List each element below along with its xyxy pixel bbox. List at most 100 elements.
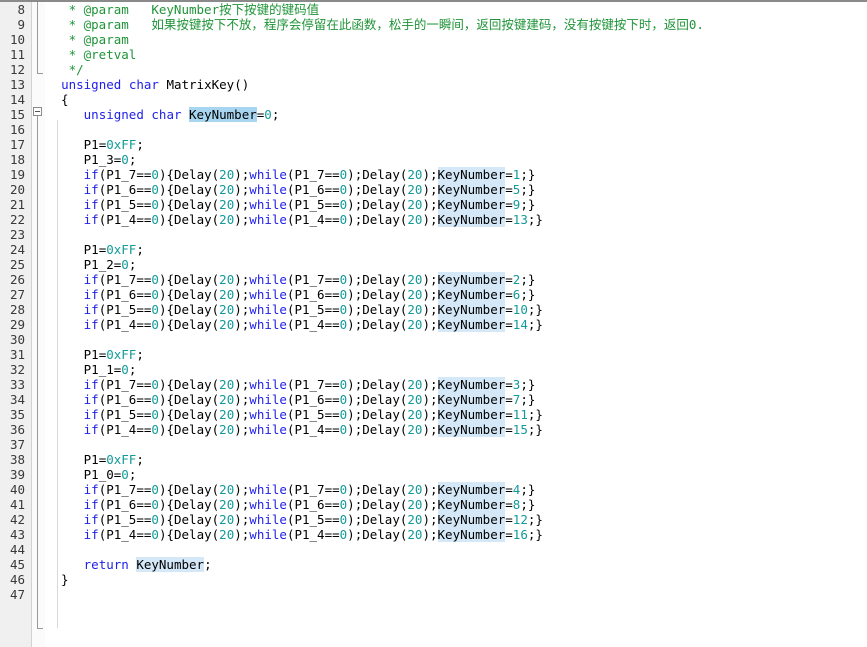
code-line[interactable]: 14 { bbox=[0, 92, 867, 107]
code-line[interactable]: 32 P1_1=0; bbox=[0, 362, 867, 377]
code-line[interactable]: 30 bbox=[0, 332, 867, 347]
code-line[interactable]: 34 if(P1_6==0){Delay(20);while(P1_6==0);… bbox=[0, 392, 867, 407]
code-line[interactable]: 20 if(P1_6==0){Delay(20);while(P1_6==0);… bbox=[0, 182, 867, 197]
code-text[interactable]: P1_1=0; bbox=[46, 362, 137, 377]
code-text[interactable]: P1_3=0; bbox=[46, 152, 137, 167]
code-text[interactable]: if(P1_4==0){Delay(20);while(P1_4==0);Del… bbox=[46, 212, 543, 227]
line-number: 38 bbox=[9, 452, 25, 467]
code-line[interactable]: 9 * @param 如果按键按下不放，程序会停留在此函数，松手的一瞬间，返回按… bbox=[0, 17, 867, 32]
code-text[interactable]: P1_0=0; bbox=[46, 467, 137, 482]
code-editor[interactable]: 8 * @param KeyNumber按下按键的键码值 9 * @param 如… bbox=[0, 0, 867, 647]
line-number: 28 bbox=[9, 302, 25, 317]
line-number: 10 bbox=[9, 32, 25, 47]
code-line[interactable]: 46 } bbox=[0, 572, 867, 587]
code-line[interactable]: 33 if(P1_7==0){Delay(20);while(P1_7==0);… bbox=[0, 377, 867, 392]
code-text[interactable]: if(P1_4==0){Delay(20);while(P1_4==0);Del… bbox=[46, 317, 543, 332]
code-line[interactable]: 42 if(P1_5==0){Delay(20);while(P1_5==0);… bbox=[0, 512, 867, 527]
code-line[interactable]: 29 if(P1_4==0){Delay(20);while(P1_4==0);… bbox=[0, 317, 867, 332]
line-number: 15 bbox=[9, 107, 25, 122]
code-text[interactable]: P1=0xFF; bbox=[46, 137, 144, 152]
line-number: 23 bbox=[9, 227, 25, 242]
code-text[interactable]: if(P1_4==0){Delay(20);while(P1_4==0);Del… bbox=[46, 527, 543, 542]
code-line[interactable]: 21 if(P1_5==0){Delay(20);while(P1_5==0);… bbox=[0, 197, 867, 212]
code-text[interactable]: if(P1_5==0){Delay(20);while(P1_5==0);Del… bbox=[46, 197, 535, 212]
code-text[interactable]: * @param 如果按键按下不放，程序会停留在此函数，松手的一瞬间，返回按键建… bbox=[46, 17, 704, 32]
line-number: 24 bbox=[9, 242, 25, 257]
code-text[interactable]: */ bbox=[46, 62, 84, 77]
line-number: 14 bbox=[9, 92, 25, 107]
code-line[interactable]: 18 P1_3=0; bbox=[0, 152, 867, 167]
code-line[interactable]: 26 if(P1_7==0){Delay(20);while(P1_7==0);… bbox=[0, 272, 867, 287]
line-number: 31 bbox=[9, 347, 25, 362]
code-line[interactable]: 13 unsigned char MatrixKey() bbox=[0, 77, 867, 92]
code-line[interactable]: 45 return KeyNumber; bbox=[0, 557, 867, 572]
code-text[interactable]: if(P1_6==0){Delay(20);while(P1_6==0);Del… bbox=[46, 182, 535, 197]
function-fold-end-marker bbox=[37, 628, 43, 629]
code-line[interactable]: 41 if(P1_6==0){Delay(20);while(P1_6==0);… bbox=[0, 497, 867, 512]
code-line[interactable]: 10 * @param bbox=[0, 32, 867, 47]
code-text[interactable]: if(P1_7==0){Delay(20);while(P1_7==0);Del… bbox=[46, 482, 535, 497]
code-text[interactable]: unsigned char KeyNumber=0; bbox=[46, 107, 279, 122]
code-line[interactable]: 12 */ bbox=[0, 62, 867, 77]
line-number: 39 bbox=[9, 467, 25, 482]
line-number: 9 bbox=[17, 17, 25, 32]
code-line[interactable]: 19 if(P1_7==0){Delay(20);while(P1_7==0);… bbox=[0, 167, 867, 182]
code-line[interactable]: 31 P1=0xFF; bbox=[0, 347, 867, 362]
code-line[interactable]: 23 bbox=[0, 227, 867, 242]
code-text[interactable]: if(P1_5==0){Delay(20);while(P1_5==0);Del… bbox=[46, 302, 543, 317]
code-text[interactable]: if(P1_4==0){Delay(20);while(P1_4==0);Del… bbox=[46, 422, 543, 437]
code-text[interactable]: return KeyNumber; bbox=[46, 557, 212, 572]
code-text[interactable]: { bbox=[46, 92, 69, 107]
code-line[interactable]: 24 P1=0xFF; bbox=[0, 242, 867, 257]
code-text[interactable]: unsigned char MatrixKey() bbox=[46, 77, 249, 92]
code-text[interactable]: * @param bbox=[46, 32, 129, 47]
code-line[interactable]: 44 bbox=[0, 542, 867, 557]
line-number: 34 bbox=[9, 392, 25, 407]
code-line[interactable]: 8 * @param KeyNumber按下按键的键码值 bbox=[0, 2, 867, 17]
code-line[interactable]: 47 bbox=[0, 587, 867, 602]
code-line[interactable]: 39 P1_0=0; bbox=[0, 467, 867, 482]
line-number: 46 bbox=[9, 572, 25, 587]
code-text[interactable]: if(P1_7==0){Delay(20);while(P1_7==0);Del… bbox=[46, 272, 535, 287]
code-line[interactable]: 22 if(P1_4==0){Delay(20);while(P1_4==0);… bbox=[0, 212, 867, 227]
code-text[interactable]: P1=0xFF; bbox=[46, 347, 144, 362]
code-line[interactable]: 28 if(P1_5==0){Delay(20);while(P1_5==0);… bbox=[0, 302, 867, 317]
code-line[interactable]: 25 P1_2=0; bbox=[0, 257, 867, 272]
code-line[interactable]: 36 if(P1_4==0){Delay(20);while(P1_4==0);… bbox=[0, 422, 867, 437]
code-text[interactable]: if(P1_6==0){Delay(20);while(P1_6==0);Del… bbox=[46, 287, 535, 302]
code-line[interactable]: 40 if(P1_7==0){Delay(20);while(P1_7==0);… bbox=[0, 482, 867, 497]
code-line[interactable]: 17 P1=0xFF; bbox=[0, 137, 867, 152]
code-line[interactable]: 38 P1=0xFF; bbox=[0, 452, 867, 467]
code-text[interactable]: if(P1_5==0){Delay(20);while(P1_5==0);Del… bbox=[46, 512, 543, 527]
code-text[interactable]: P1=0xFF; bbox=[46, 452, 144, 467]
line-number: 45 bbox=[9, 557, 25, 572]
code-line[interactable]: 35 if(P1_5==0){Delay(20);while(P1_5==0);… bbox=[0, 407, 867, 422]
line-number: 37 bbox=[9, 437, 25, 452]
line-number: 30 bbox=[9, 332, 25, 347]
code-text[interactable]: if(P1_6==0){Delay(20);while(P1_6==0);Del… bbox=[46, 497, 535, 512]
code-line[interactable]: 43 if(P1_4==0){Delay(20);while(P1_4==0);… bbox=[0, 527, 867, 542]
code-text[interactable]: if(P1_7==0){Delay(20);while(P1_7==0);Del… bbox=[46, 167, 535, 182]
code-text[interactable]: } bbox=[46, 572, 69, 587]
line-number: 21 bbox=[9, 197, 25, 212]
code-line[interactable]: 16 bbox=[0, 122, 867, 137]
line-number: 8 bbox=[17, 2, 25, 17]
line-number: 11 bbox=[9, 47, 25, 62]
code-line[interactable]: 15 unsigned char KeyNumber=0; bbox=[0, 107, 867, 122]
code-text[interactable]: P1=0xFF; bbox=[46, 242, 144, 257]
code-text[interactable]: if(P1_7==0){Delay(20);while(P1_7==0);Del… bbox=[46, 377, 535, 392]
line-number: 13 bbox=[9, 77, 25, 92]
code-text[interactable]: if(P1_5==0){Delay(20);while(P1_5==0);Del… bbox=[46, 407, 543, 422]
code-line[interactable]: 11 * @retval bbox=[0, 47, 867, 62]
code-text[interactable]: if(P1_6==0){Delay(20);while(P1_6==0);Del… bbox=[46, 392, 535, 407]
line-number: 12 bbox=[9, 62, 25, 77]
code-text[interactable]: * @param KeyNumber按下按键的键码值 bbox=[46, 2, 320, 17]
code-line[interactable]: 37 bbox=[0, 437, 867, 452]
line-number: 41 bbox=[9, 497, 25, 512]
line-number: 19 bbox=[9, 167, 25, 182]
code-line[interactable]: 27 if(P1_6==0){Delay(20);while(P1_6==0);… bbox=[0, 287, 867, 302]
code-text[interactable]: * @retval bbox=[46, 47, 137, 62]
line-number: 44 bbox=[9, 542, 25, 557]
code-text[interactable]: P1_2=0; bbox=[46, 257, 137, 272]
line-number: 35 bbox=[9, 407, 25, 422]
